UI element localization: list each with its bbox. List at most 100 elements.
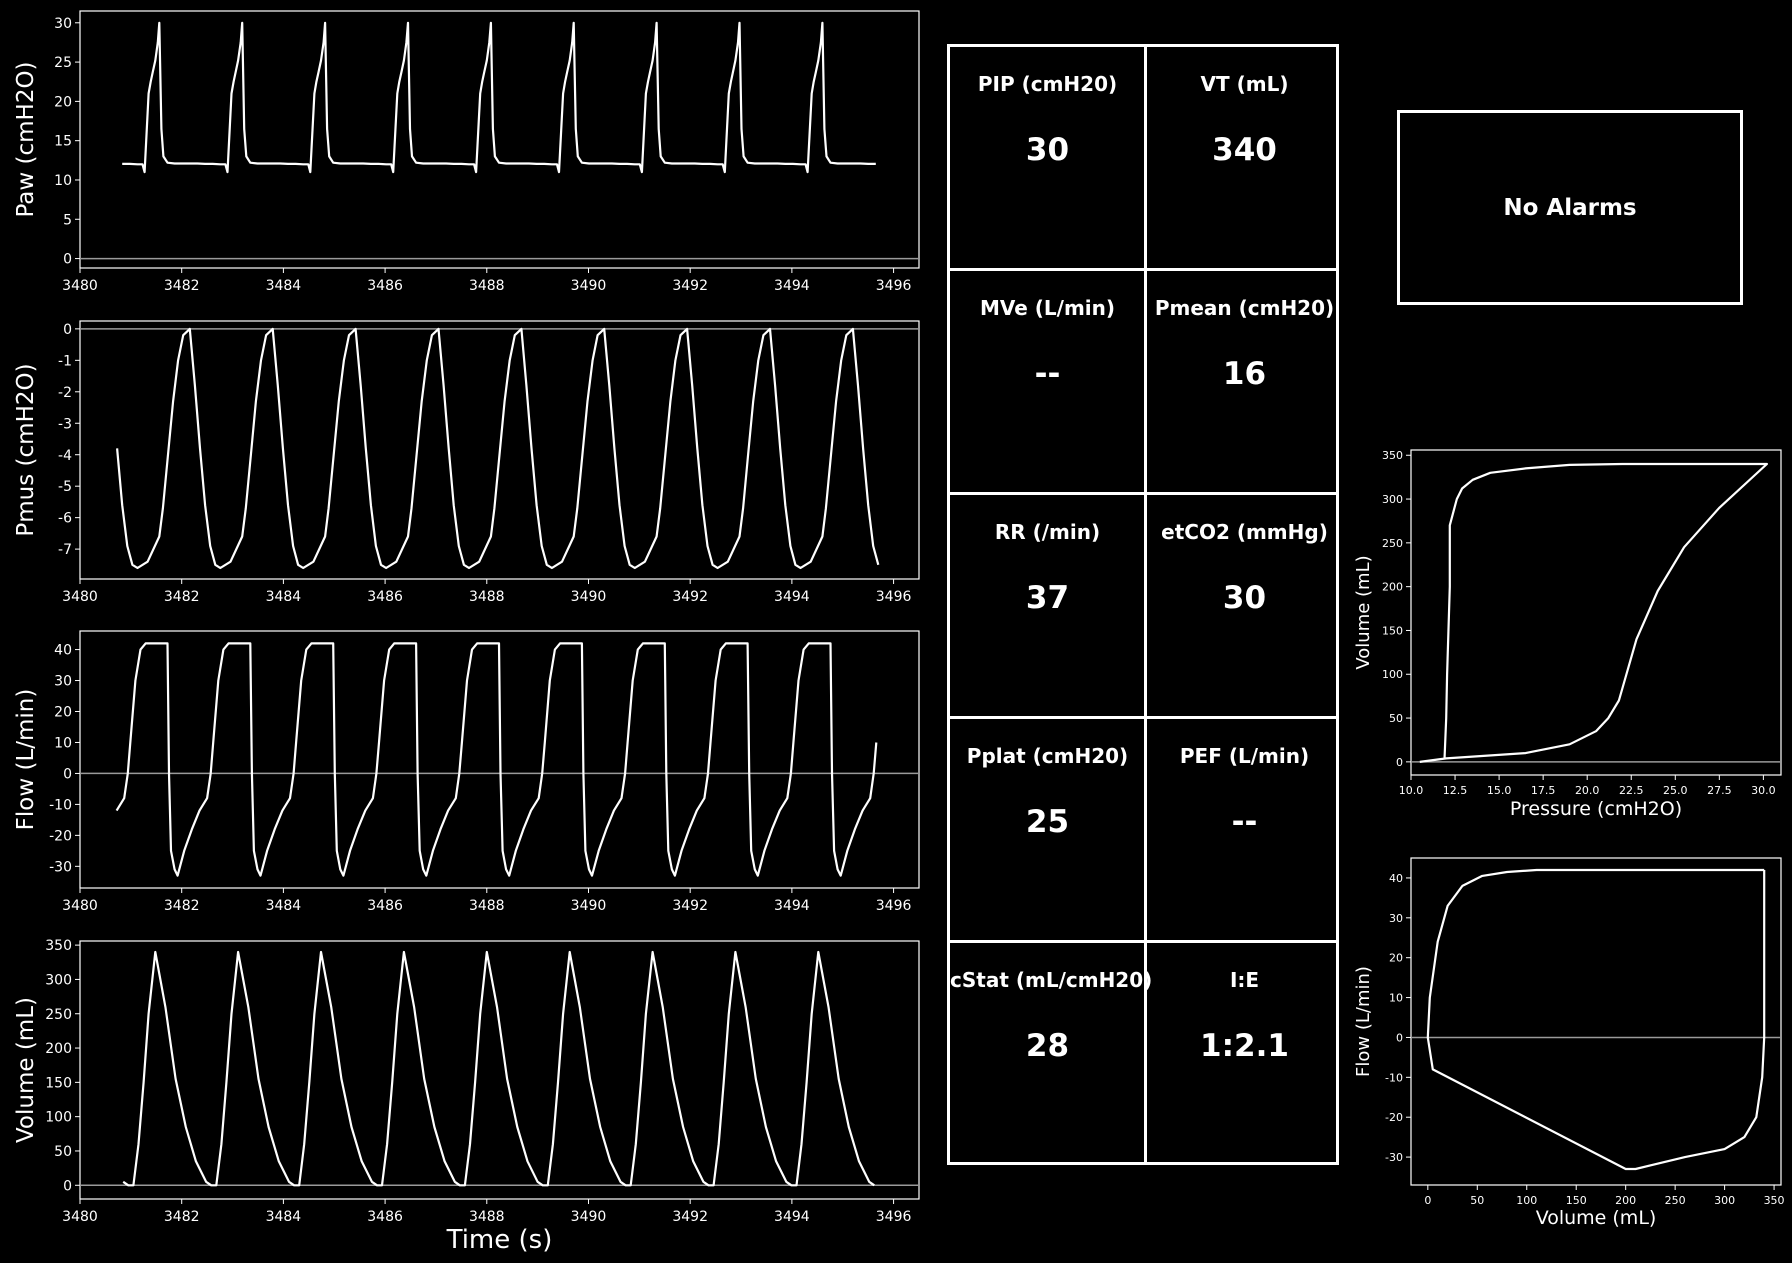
x-tick-label: 3496 [876,589,912,605]
x-tick-label: 3484 [266,278,302,294]
x-tick-label: 3490 [571,589,607,605]
metric-label: MVe (L/min) [979,296,1116,320]
y-tick-label: 15 [54,134,72,150]
y-tick-label: 10 [1389,992,1403,1005]
metric-value: 1:2.1 [1200,1028,1289,1064]
chart-volume: 3480 3482 3484 3486 3488 3490 3492 3494 3496 0 50 1… [13,938,920,1255]
metric-label: RR (/min) [994,520,1101,544]
plot-frame [79,10,920,269]
x-tick-label: 350 [1764,1194,1785,1207]
y-tick-label: 200 [45,1041,72,1057]
x-tick-label: 3490 [571,1209,607,1225]
metric-etco2: etCO2 (mmHg) 30 [1147,495,1342,719]
y-tick-label: 5 [63,212,72,228]
x-tick-label: 25.0 [1663,784,1688,797]
y-tick-label: -20 [1385,1111,1403,1124]
metric-value: -- [1231,804,1258,840]
metric-label: I:E [1229,968,1260,992]
chart-flow_volume_loop: 0 50 100 150 200 250 300 350403020100-10-20-30F… [1353,857,1785,1229]
x-tick-label: 3488 [469,278,505,294]
series-line [1426,868,1766,1171]
y-tick-label: 0 [1396,1031,1403,1044]
plot-frame [1410,449,1782,776]
metric-pmean: Pmean (cmH20) 16 [1147,271,1342,495]
x-tick-label: 3494 [774,898,810,914]
y-tick-label: -10 [49,797,72,813]
y-axis-label: Volume (mL) [13,997,39,1143]
y-tick-label: -2 [58,385,72,401]
y-tick-label: 300 [45,972,72,988]
y-tick-label: 100 [45,1110,72,1126]
metrics-grid: PIP (cmH20) 30 VT (mL) 340 MVe (L/min) -… [947,44,1339,1165]
y-tick-label: -30 [1385,1151,1403,1164]
plot-frame [79,940,920,1200]
metric-label: etCO2 (mmHg) [1161,520,1328,544]
chart-flow: 3480 3482 3484 3486 3488 3490 3492 3494 3496 40 30… [13,630,920,914]
y-axis-label: Pmus (cmH2O) [13,363,39,536]
y-tick-label: -1 [58,353,72,369]
metric-label: PIP (cmH20) [977,72,1118,96]
x-tick-label: 300 [1714,1194,1735,1207]
x-tick-label: 200 [1615,1194,1636,1207]
y-tick-label: 40 [54,643,72,659]
chart-pv_loop: 10.0 12.5 15.0 17.5 20.0 22.5 25.0 27.5 30.0 0 50 1… [1353,449,1782,820]
x-tick-label: 12.5 [1443,784,1468,797]
y-tick-label: 30 [1389,912,1403,925]
metric-value: 25 [1025,804,1070,840]
y-tick-label: 20 [1389,952,1403,965]
x-tick-label: 3488 [469,1209,505,1225]
y-tick-label: 350 [1382,449,1403,462]
x-tick-label: 3480 [62,278,98,294]
x-tick-label: 100 [1516,1194,1537,1207]
y-tick-label: -6 [58,511,72,527]
x-tick-label: 20.0 [1575,784,1600,797]
y-tick-label: 250 [1382,537,1403,550]
x-tick-label: 3496 [876,1209,912,1225]
metric-value: 16 [1222,356,1267,392]
x-tick-label: 3490 [571,898,607,914]
y-axis-label: Paw (cmH2O) [13,61,39,217]
alarm-box: No Alarms [1397,110,1743,305]
y-axis-label: Flow (L/min) [13,689,39,831]
y-tick-label: 300 [1382,493,1403,506]
x-tick-label: 30.0 [1751,784,1776,797]
y-tick-label: 250 [45,1007,72,1023]
y-tick-label: 40 [1389,872,1403,885]
y-tick-label: 0 [63,1178,72,1194]
metric-label: Pplat (cmH20) [966,744,1129,768]
x-tick-label: 15.0 [1487,784,1512,797]
x-tick-label: 3494 [774,1209,810,1225]
y-axis-label: Flow (L/min) [1353,966,1374,1077]
x-tick-label: 3494 [774,589,810,605]
y-tick-label: 30 [54,16,72,32]
metric-value: 340 [1212,132,1277,168]
x-tick-label: 3486 [367,278,403,294]
metric-label: cStat (mL/cmH20) [950,968,1153,992]
y-tick-label: 10 [54,173,72,189]
x-tick-label: 3482 [164,1209,200,1225]
x-tick-label: 3482 [164,278,200,294]
y-tick-label: 150 [45,1075,72,1091]
y-tick-label: -20 [49,828,72,844]
y-tick-label: -7 [58,542,72,558]
y-tick-label: 0 [63,252,72,268]
metric-value: 28 [1025,1028,1070,1064]
chart-paw: 3480 3482 3484 3486 3488 3490 3492 3494 3496 0 5 10… [13,10,920,294]
metric-value: 37 [1025,580,1070,616]
y-tick-label: 0 [63,322,72,338]
metric-ie: I:E 1:2.1 [1147,943,1342,1167]
metric-label: PEF (L/min) [1179,744,1310,768]
y-tick-label: -30 [49,859,72,875]
y-tick-label: 10 [54,736,72,752]
metric-label: VT (mL) [1200,72,1289,96]
metric-value: 30 [1222,580,1267,616]
series-line [116,327,880,570]
chart-pmus: 3480 3482 3484 3486 3488 3490 3492 3494 3496 0 -1 -… [13,320,920,605]
metric-pplat: Pplat (cmH20) 25 [950,719,1145,943]
y-tick-label: 25 [54,55,72,71]
x-axis-label: Volume (mL) [1536,1207,1657,1229]
metric-value: -- [1034,356,1061,392]
y-tick-label: -10 [1385,1071,1403,1084]
y-tick-label: 150 [1382,624,1403,637]
x-tick-label: 3496 [876,278,912,294]
